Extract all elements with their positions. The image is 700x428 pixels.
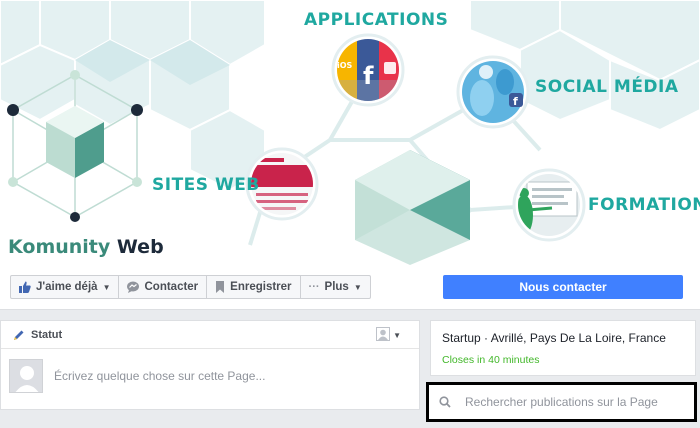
applications-bubble: f iOS <box>331 33 405 107</box>
page-category-location: Startup · Avrillé, Pays De La Loire, Fra… <box>442 331 666 345</box>
opening-hours-status: Closes in 40 minutes <box>442 354 540 366</box>
chevron-down-icon: ▼ <box>102 282 111 292</box>
cover-label-formations: FORMATIONS <box>588 195 700 215</box>
cover-label-social-media: SOCIAL MÉDIA <box>535 77 679 97</box>
composer-input[interactable]: Écrivez quelque chose sur cette Page... <box>54 369 265 383</box>
ellipsis-icon: ··· <box>308 281 320 293</box>
svg-text:f: f <box>363 62 374 90</box>
brand-name-part2: Web <box>116 236 164 258</box>
page-action-buttons: J'aime déjà ▼ Contacter Enregistrer ··· … <box>10 275 371 299</box>
svg-text:f: f <box>513 95 518 108</box>
composer-tab-status[interactable]: Statut ▼ <box>1 321 419 349</box>
contact-button[interactable]: Contacter <box>118 275 208 299</box>
more-button-label: Plus <box>324 281 349 293</box>
brand-logo: Komunity Web <box>8 236 164 258</box>
contact-us-button[interactable]: Nous contacter <box>443 275 683 299</box>
cover-photo: f iOS f APPLICATIONS SOCIAL MÉDIA SITES … <box>0 0 700 265</box>
audience-selector[interactable]: ▼ <box>376 327 401 344</box>
contact-button-label: Contacter <box>144 281 199 293</box>
formations-bubble <box>512 168 586 242</box>
feed-gap <box>0 410 420 428</box>
search-input-placeholder: Rechercher publications sur la Page <box>465 395 658 409</box>
page-posts-search[interactable]: Rechercher publications sur la Page <box>426 382 697 422</box>
cover-label-sites-web: SITES WEB <box>152 175 260 195</box>
person-icon <box>376 327 391 344</box>
social-media-bubble: f <box>456 55 530 129</box>
save-button-label: Enregistrer <box>230 281 292 293</box>
more-button[interactable]: ··· Plus ▼ <box>299 275 371 299</box>
svg-text:iOS: iOS <box>337 61 353 70</box>
cover-label-applications: APPLICATIONS <box>304 10 449 30</box>
chevron-down-icon: ▼ <box>393 331 401 340</box>
brand-name-part1: Komunity <box>8 236 111 258</box>
composer-status-label: Statut <box>31 328 63 341</box>
page-about-card: Startup · Avrillé, Pays De La Loire, Fra… <box>430 320 696 376</box>
bookmark-icon <box>215 281 225 293</box>
search-icon <box>439 396 451 408</box>
save-button[interactable]: Enregistrer <box>206 275 301 299</box>
avatar <box>9 359 43 393</box>
chevron-down-icon: ▼ <box>353 282 362 292</box>
like-button-label: J'aime déjà <box>36 281 98 293</box>
cover-illustration: f iOS f <box>0 0 700 265</box>
chat-bubble-icon <box>127 281 140 293</box>
thumbs-up-icon <box>19 281 31 293</box>
post-composer: Statut ▼ Écrivez quelque chose sur cette… <box>0 320 420 410</box>
composer-body: Écrivez quelque chose sur cette Page... <box>1 349 419 403</box>
like-button[interactable]: J'aime déjà ▼ <box>10 275 120 299</box>
pencil-icon <box>13 329 25 341</box>
